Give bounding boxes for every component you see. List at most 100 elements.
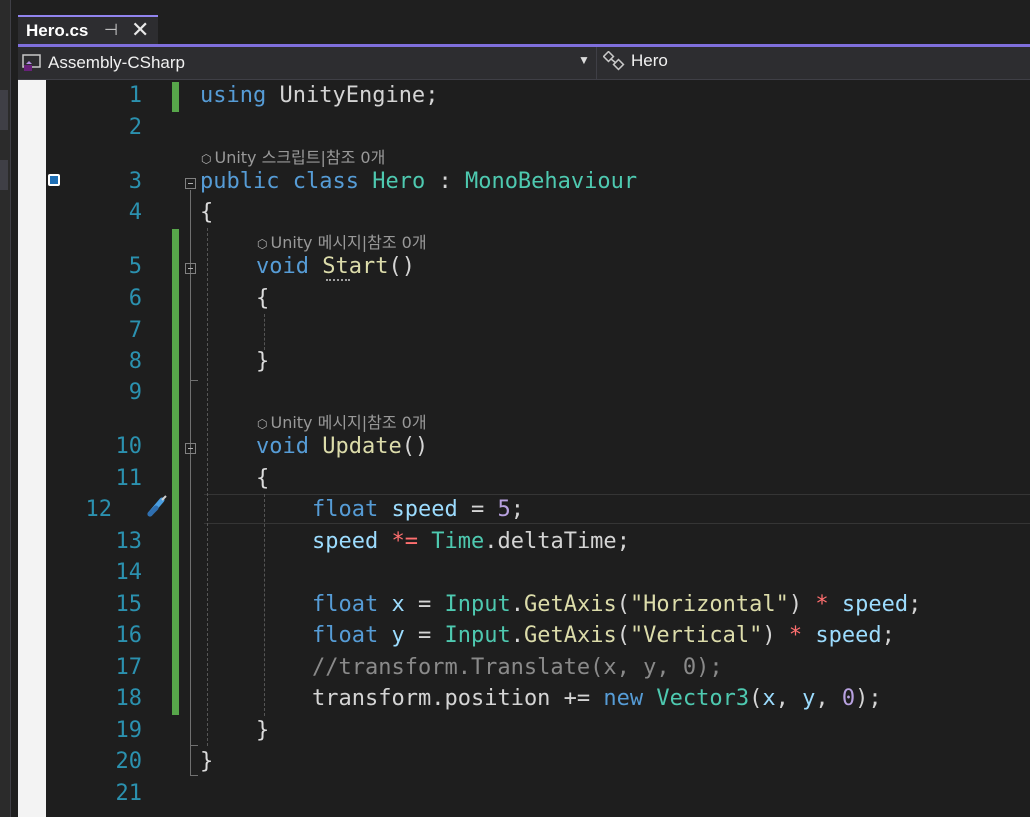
- codelens-text: Unity 스크립트|참조 0개: [214, 148, 386, 167]
- collapse-icon[interactable]: [185, 263, 196, 274]
- fold-end: [190, 775, 198, 776]
- variable: speed: [312, 529, 379, 554]
- code-line: void Start(): [256, 254, 415, 279]
- keyword: float: [312, 623, 379, 648]
- punctuation: ,: [815, 686, 842, 711]
- variable: speed: [815, 623, 882, 648]
- code-line: transform.position += new Vector3(x, y, …: [312, 686, 882, 711]
- line-number: 19: [115, 718, 143, 743]
- punctuation: ;: [908, 592, 922, 617]
- number: 5: [497, 497, 511, 522]
- code-line: float y = Input.GetAxis("Vertical") * sp…: [312, 623, 895, 648]
- keyword: class: [292, 169, 359, 194]
- quick-actions-icon[interactable]: [144, 494, 168, 520]
- codelens-text: Unity 메시지|참조 0개: [270, 233, 427, 252]
- indent-guide: [207, 228, 208, 746]
- class-name: Time: [431, 529, 485, 554]
- code-line: float x = Input.GetAxis("Horizontal") * …: [312, 592, 921, 617]
- bookmark-icon[interactable]: [48, 174, 60, 186]
- change-indicator: [172, 229, 179, 715]
- codelens-references[interactable]: ⬡ Unity 스크립트|참조 0개: [201, 144, 385, 168]
- keyword: float: [312, 497, 379, 522]
- keyword: void: [256, 254, 309, 279]
- line-number: 9: [128, 380, 142, 405]
- fold-end: [190, 380, 198, 381]
- line-number: 5: [128, 254, 142, 279]
- collapse-icon[interactable]: [185, 178, 196, 189]
- variable: speed: [391, 497, 458, 522]
- namespace: UnityEngine: [279, 83, 426, 108]
- class-name: Hero: [372, 169, 426, 194]
- punctuation: ;: [425, 83, 439, 108]
- line-number: 7: [128, 318, 142, 343]
- code-area[interactable]: 1 2 3 4 5 6 7 8 9 10 11 12 13 14 15 16 1…: [0, 0, 1030, 817]
- class-name: Input: [444, 623, 511, 648]
- variable: y: [391, 623, 405, 648]
- keyword: new: [603, 686, 644, 711]
- property: deltaTime: [497, 529, 617, 554]
- change-indicator: [172, 82, 179, 112]
- collapse-icon[interactable]: [185, 443, 196, 454]
- punctuation: ;: [510, 497, 524, 522]
- line-number: 4: [128, 200, 142, 225]
- operator: =: [417, 623, 432, 648]
- keyword: using: [200, 83, 267, 108]
- punctuation: ,: [775, 686, 803, 711]
- unity-icon: ⬡: [201, 152, 212, 166]
- method-name: Update: [322, 434, 402, 459]
- line-number: 12: [85, 497, 113, 522]
- operator: *: [815, 592, 829, 617]
- punctuation: (: [616, 592, 630, 617]
- keyword: public: [200, 169, 280, 194]
- variable: speed: [841, 592, 909, 617]
- line-number: 13: [115, 529, 143, 554]
- punctuation: (): [401, 434, 429, 459]
- class-name: Vector3: [656, 686, 750, 711]
- code-line: }: [200, 749, 214, 774]
- string: "Horizontal": [629, 592, 789, 617]
- fold-guide: [190, 190, 191, 776]
- method-name: Start: [322, 254, 389, 279]
- indent-guide: [264, 314, 265, 350]
- punctuation: .: [510, 623, 524, 648]
- operator: =: [470, 497, 485, 522]
- line-number: 16: [115, 623, 143, 648]
- code-comment: //transform.Translate(x, y, 0);: [312, 655, 723, 680]
- line-number: 3: [128, 169, 142, 194]
- operator: +=: [550, 686, 604, 711]
- punctuation: );: [855, 686, 882, 711]
- unity-icon: ⬡: [257, 417, 268, 431]
- codelens-references[interactable]: ⬡ Unity 메시지|참조 0개: [257, 229, 427, 253]
- code-line: {: [200, 200, 214, 225]
- punctuation: (: [616, 623, 630, 648]
- line-number: 14: [115, 560, 143, 585]
- line-number: 1: [128, 83, 142, 108]
- code-line: {: [256, 466, 270, 491]
- identifier: transform: [312, 686, 432, 711]
- code-line: }: [256, 349, 270, 374]
- line-number: 10: [115, 434, 143, 459]
- string: "Vertical": [629, 623, 763, 648]
- line-number: 20: [115, 749, 143, 774]
- fold-end: [190, 745, 198, 746]
- variable: x: [762, 686, 776, 711]
- keyword: void: [256, 434, 309, 459]
- codelens-references[interactable]: ⬡ Unity 메시지|참조 0개: [257, 409, 427, 433]
- punctuation: :: [425, 169, 465, 194]
- operator: =: [417, 592, 432, 617]
- method-name: GetAxis: [523, 623, 617, 648]
- code-line: using UnityEngine;: [200, 83, 438, 108]
